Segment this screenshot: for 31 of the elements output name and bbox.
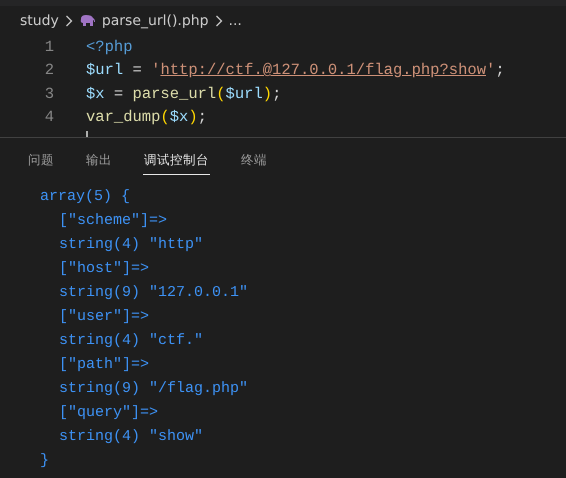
console-output-line: array(5) { bbox=[40, 187, 132, 207]
console-output-line: string(4) "show" bbox=[59, 427, 204, 447]
code-line: var_dump($x); bbox=[86, 108, 207, 126]
code-line: $x = parse_url($url); bbox=[86, 84, 282, 103]
console-output-line: string(9) "/flag.php" bbox=[59, 379, 250, 399]
line-number: 3 bbox=[44, 84, 54, 103]
console-output-line: ["host"]=> bbox=[59, 259, 150, 279]
panel-tab[interactable]: 输出 bbox=[85, 152, 113, 175]
console-output-line: ["query"]=> bbox=[59, 403, 160, 423]
breadcrumb-more[interactable]: ... bbox=[228, 12, 242, 28]
console-output-line: string(9) "127.0.0.1" bbox=[59, 283, 250, 303]
breadcrumb-item[interactable]: study bbox=[20, 12, 59, 28]
console-output-line: ["scheme"]=> bbox=[59, 211, 168, 231]
breadcrumb-item[interactable]: parse_url().php bbox=[102, 12, 208, 28]
elephant-icon bbox=[78, 14, 96, 26]
chevron-right-icon bbox=[64, 14, 73, 26]
console-output-line: ["user"]=> bbox=[59, 307, 150, 327]
console-output-line: ["path"]=> bbox=[59, 355, 150, 375]
text-cursor bbox=[86, 131, 88, 137]
line-number: 2 bbox=[44, 61, 54, 80]
code-line: $url = 'http://ctf.@127.0.0.1/flag.php?show'; bbox=[86, 61, 505, 80]
console-output-line: string(4) "http" bbox=[59, 235, 204, 255]
code-line: <?php bbox=[86, 38, 133, 56]
panel-tab[interactable]: 调试控制台 bbox=[143, 152, 210, 175]
panel-tab[interactable]: 问题 bbox=[27, 152, 55, 175]
chevron-right-icon bbox=[214, 14, 222, 26]
line-number: 4 bbox=[44, 108, 54, 126]
panel-tab[interactable]: 终端 bbox=[240, 152, 268, 175]
console-output-line: } bbox=[40, 451, 50, 471]
console-output-line: string(4) "ctf." bbox=[59, 331, 204, 351]
line-number: 1 bbox=[44, 38, 54, 56]
